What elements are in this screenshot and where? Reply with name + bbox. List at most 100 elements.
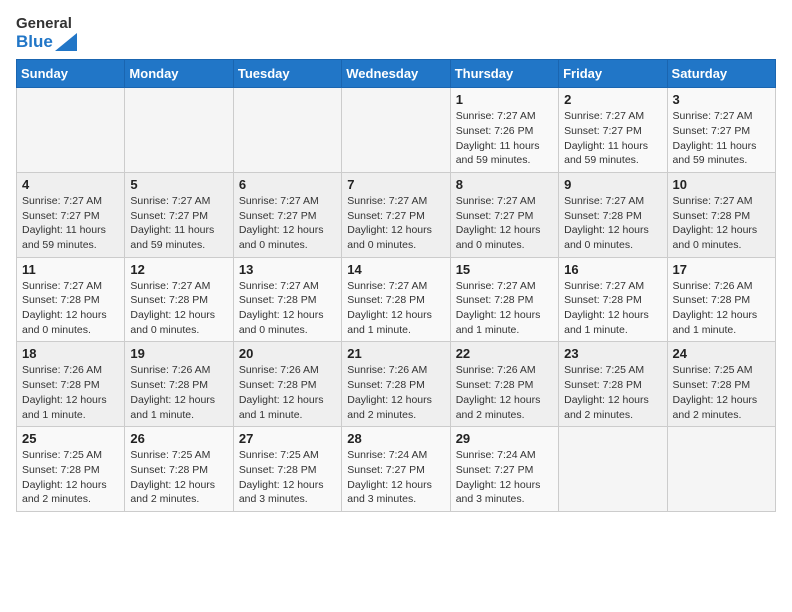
day-number: 19 <box>130 346 227 361</box>
calendar-day-14: 14 Sunrise: 7:27 AMSunset: 7:28 PMDayligh… <box>342 257 450 342</box>
calendar-day-empty <box>559 427 667 512</box>
day-header-saturday: Saturday <box>667 60 775 88</box>
day-info: Sunrise: 7:27 AMSunset: 7:27 PMDaylight:… <box>130 194 227 253</box>
day-info: Sunrise: 7:26 AMSunset: 7:28 PMDaylight:… <box>130 363 227 422</box>
calendar-day-16: 16 Sunrise: 7:27 AMSunset: 7:28 PMDayligh… <box>559 257 667 342</box>
day-info: Sunrise: 7:24 AMSunset: 7:27 PMDaylight:… <box>456 448 553 507</box>
calendar-day-28: 28 Sunrise: 7:24 AMSunset: 7:27 PMDayligh… <box>342 427 450 512</box>
day-number: 25 <box>22 431 119 446</box>
day-header-monday: Monday <box>125 60 233 88</box>
calendar-day-empty <box>233 88 341 173</box>
day-info: Sunrise: 7:27 AMSunset: 7:28 PMDaylight:… <box>239 279 336 338</box>
calendar-week-row: 11 Sunrise: 7:27 AMSunset: 7:28 PMDayligh… <box>17 257 776 342</box>
day-number: 4 <box>22 177 119 192</box>
calendar-day-13: 13 Sunrise: 7:27 AMSunset: 7:28 PMDayligh… <box>233 257 341 342</box>
calendar-day-empty <box>17 88 125 173</box>
logo-general: General <box>16 16 72 33</box>
day-info: Sunrise: 7:27 AMSunset: 7:27 PMDaylight:… <box>347 194 444 253</box>
day-info: Sunrise: 7:27 AMSunset: 7:28 PMDaylight:… <box>564 279 661 338</box>
day-info: Sunrise: 7:25 AMSunset: 7:28 PMDaylight:… <box>239 448 336 507</box>
header: General Blue <box>16 16 776 51</box>
calendar-day-27: 27 Sunrise: 7:25 AMSunset: 7:28 PMDayligh… <box>233 427 341 512</box>
day-number: 18 <box>22 346 119 361</box>
day-info: Sunrise: 7:26 AMSunset: 7:28 PMDaylight:… <box>239 363 336 422</box>
calendar-day-29: 29 Sunrise: 7:24 AMSunset: 7:27 PMDayligh… <box>450 427 558 512</box>
day-number: 16 <box>564 262 661 277</box>
calendar-day-6: 6 Sunrise: 7:27 AMSunset: 7:27 PMDaylight… <box>233 172 341 257</box>
day-info: Sunrise: 7:26 AMSunset: 7:28 PMDaylight:… <box>673 279 770 338</box>
day-number: 9 <box>564 177 661 192</box>
calendar-table: SundayMondayTuesdayWednesdayThursdayFrid… <box>16 59 776 512</box>
calendar-day-24: 24Sunrise: 7:25 AMSunset: 7:28 PMDayligh… <box>667 342 775 427</box>
calendar-week-row: 1Sunrise: 7:27 AMSunset: 7:26 PMDaylight… <box>17 88 776 173</box>
day-number: 7 <box>347 177 444 192</box>
calendar-day-18: 18 Sunrise: 7:26 AMSunset: 7:28 PMDayligh… <box>17 342 125 427</box>
calendar-day-26: 26 Sunrise: 7:25 AMSunset: 7:28 PMDayligh… <box>125 427 233 512</box>
day-number: 13 <box>239 262 336 277</box>
calendar-day-19: 19 Sunrise: 7:26 AMSunset: 7:28 PMDayligh… <box>125 342 233 427</box>
day-info: Sunrise: 7:26 AMSunset: 7:28 PMDaylight:… <box>22 363 119 422</box>
calendar-day-4: 4 Sunrise: 7:27 AMSunset: 7:27 PMDaylight… <box>17 172 125 257</box>
day-info: Sunrise: 7:27 AMSunset: 7:27 PMDaylight:… <box>22 194 119 253</box>
calendar-day-7: 7 Sunrise: 7:27 AMSunset: 7:27 PMDaylight… <box>342 172 450 257</box>
day-number: 11 <box>22 262 119 277</box>
day-number: 2 <box>564 92 661 107</box>
day-info: Sunrise: 7:25 AMSunset: 7:28 PMDaylight:… <box>130 448 227 507</box>
day-number: 10 <box>673 177 770 192</box>
calendar-day-2: 2 Sunrise: 7:27 AMSunset: 7:27 PMDaylight… <box>559 88 667 173</box>
day-number: 15 <box>456 262 553 277</box>
day-number: 28 <box>347 431 444 446</box>
day-number: 20 <box>239 346 336 361</box>
day-info: Sunrise: 7:26 AMSunset: 7:28 PMDaylight:… <box>347 363 444 422</box>
logo-blue-row: Blue <box>16 33 77 52</box>
calendar-day-3: 3 Sunrise: 7:27 AMSunset: 7:27 PMDaylight… <box>667 88 775 173</box>
day-info: Sunrise: 7:27 AMSunset: 7:28 PMDaylight:… <box>347 279 444 338</box>
calendar-day-21: 21Sunrise: 7:26 AMSunset: 7:28 PMDayligh… <box>342 342 450 427</box>
day-info: Sunrise: 7:27 AMSunset: 7:27 PMDaylight:… <box>673 109 770 168</box>
calendar-week-row: 25 Sunrise: 7:25 AMSunset: 7:28 PMDayligh… <box>17 427 776 512</box>
day-number: 24 <box>673 346 770 361</box>
day-number: 14 <box>347 262 444 277</box>
calendar-day-10: 10 Sunrise: 7:27 AMSunset: 7:28 PMDayligh… <box>667 172 775 257</box>
day-info: Sunrise: 7:25 AMSunset: 7:28 PMDaylight:… <box>22 448 119 507</box>
day-info: Sunrise: 7:27 AMSunset: 7:26 PMDaylight:… <box>456 109 553 168</box>
calendar-day-17: 17 Sunrise: 7:26 AMSunset: 7:28 PMDayligh… <box>667 257 775 342</box>
calendar-header-row: SundayMondayTuesdayWednesdayThursdayFrid… <box>17 60 776 88</box>
calendar-day-22: 22Sunrise: 7:26 AMSunset: 7:28 PMDayligh… <box>450 342 558 427</box>
calendar-week-row: 18 Sunrise: 7:26 AMSunset: 7:28 PMDayligh… <box>17 342 776 427</box>
day-header-sunday: Sunday <box>17 60 125 88</box>
day-number: 26 <box>130 431 227 446</box>
day-info: Sunrise: 7:27 AMSunset: 7:27 PMDaylight:… <box>564 109 661 168</box>
day-info: Sunrise: 7:27 AMSunset: 7:28 PMDaylight:… <box>673 194 770 253</box>
calendar-day-9: 9 Sunrise: 7:27 AMSunset: 7:28 PMDaylight… <box>559 172 667 257</box>
day-number: 6 <box>239 177 336 192</box>
day-header-wednesday: Wednesday <box>342 60 450 88</box>
day-number: 3 <box>673 92 770 107</box>
logo-blue: Blue <box>16 33 53 52</box>
day-info: Sunrise: 7:27 AMSunset: 7:27 PMDaylight:… <box>239 194 336 253</box>
day-header-friday: Friday <box>559 60 667 88</box>
calendar-day-25: 25 Sunrise: 7:25 AMSunset: 7:28 PMDayligh… <box>17 427 125 512</box>
calendar-day-empty <box>125 88 233 173</box>
day-number: 23 <box>564 346 661 361</box>
day-number: 17 <box>673 262 770 277</box>
day-number: 5 <box>130 177 227 192</box>
day-number: 27 <box>239 431 336 446</box>
calendar-day-12: 12Sunrise: 7:27 AMSunset: 7:28 PMDayligh… <box>125 257 233 342</box>
day-info: Sunrise: 7:27 AMSunset: 7:28 PMDaylight:… <box>564 194 661 253</box>
calendar-day-11: 11Sunrise: 7:27 AMSunset: 7:28 PMDayligh… <box>17 257 125 342</box>
calendar-week-row: 4 Sunrise: 7:27 AMSunset: 7:27 PMDaylight… <box>17 172 776 257</box>
day-info: Sunrise: 7:24 AMSunset: 7:27 PMDaylight:… <box>347 448 444 507</box>
calendar-day-empty <box>342 88 450 173</box>
calendar-day-5: 5 Sunrise: 7:27 AMSunset: 7:27 PMDaylight… <box>125 172 233 257</box>
day-info: Sunrise: 7:27 AMSunset: 7:28 PMDaylight:… <box>456 279 553 338</box>
day-info: Sunrise: 7:27 AMSunset: 7:27 PMDaylight:… <box>456 194 553 253</box>
day-number: 22 <box>456 346 553 361</box>
logo-text: General Blue <box>16 16 77 51</box>
calendar-day-1: 1Sunrise: 7:27 AMSunset: 7:26 PMDaylight… <box>450 88 558 173</box>
day-info: Sunrise: 7:25 AMSunset: 7:28 PMDaylight:… <box>564 363 661 422</box>
day-number: 12 <box>130 262 227 277</box>
calendar-day-20: 20 Sunrise: 7:26 AMSunset: 7:28 PMDayligh… <box>233 342 341 427</box>
day-number: 29 <box>456 431 553 446</box>
logo-triangle-icon <box>55 33 77 51</box>
